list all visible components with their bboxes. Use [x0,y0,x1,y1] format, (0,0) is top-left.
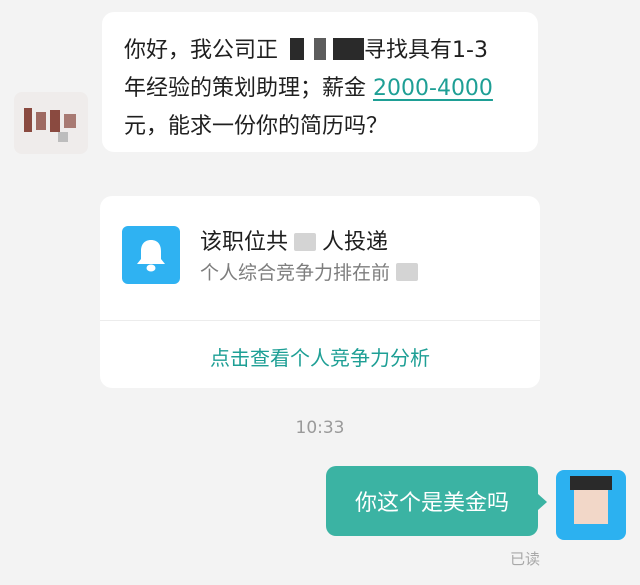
avatar-hair [570,476,612,490]
message-text: 寻找具有1-3 [364,38,488,63]
redacted-text [278,38,365,60]
message-text: 你好，我公司正 [124,38,279,63]
card-title: 该职位共 人投递 [200,224,388,256]
card-subtitle-text: 个人综合竞争力排在前 [200,262,391,284]
bell-icon [122,226,180,284]
competitiveness-analysis-link[interactable]: 点击查看个人竞争力分析 [100,342,540,371]
outgoing-message-bubble: 你这个是美金吗 [326,466,538,536]
message-text: 元，能求一份你的简历吗？ [124,114,389,139]
message-timestamp: 10:33 [295,418,345,438]
incoming-message-bubble: 你好，我公司正 寻找具有1-3 年经验的策划助理；薪金 2000-4000 元，能… [102,12,538,152]
bubble-tail [538,494,547,510]
salary-link[interactable]: 2000-4000 [373,76,493,101]
job-applicants-card[interactable]: 该职位共 人投递 个人综合竞争力排在前 点击查看个人竞争力分析 [100,196,540,388]
card-divider [100,320,540,321]
card-subtitle: 个人综合竞争力排在前 [200,258,424,285]
message-line-1: 你好，我公司正 寻找具有1-3 [124,32,516,70]
card-title-text: 该职位共 [200,230,289,255]
message-text: 年经验的策划助理；薪金 [124,76,367,101]
outgoing-message-text: 你这个是美金吗 [354,491,509,516]
redacted-count [294,233,317,251]
redacted-rank [396,263,419,281]
sender-avatar[interactable] [14,92,88,154]
read-status: 已读 [510,550,541,568]
my-avatar[interactable] [556,470,626,540]
message-line-3: 元，能求一份你的简历吗？ [124,108,516,146]
card-title-text: 人投递 [322,230,389,255]
message-line-2: 年经验的策划助理；薪金 2000-4000 [124,70,516,108]
